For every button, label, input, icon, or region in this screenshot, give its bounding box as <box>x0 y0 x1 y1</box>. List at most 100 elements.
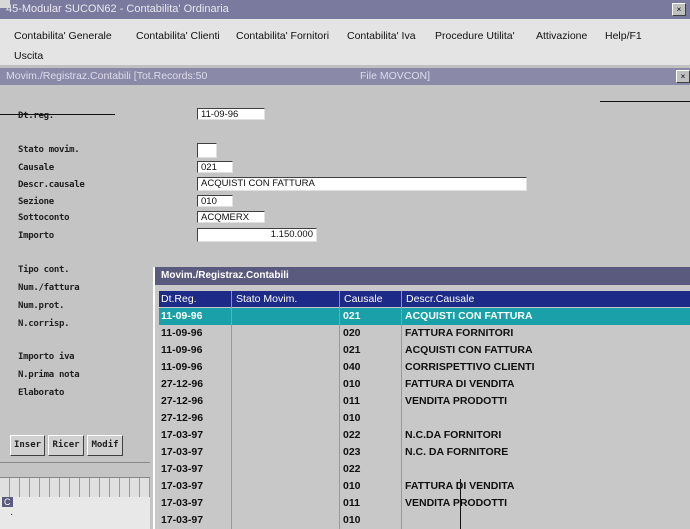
label-dt-reg: Dt.reg. <box>18 111 54 121</box>
cell-causale: 021 <box>343 344 361 356</box>
table-row[interactable]: 17-03-97 011 VENDITA PRODOTTI <box>159 495 690 512</box>
menu-bar <box>0 19 690 65</box>
cell-causale: 010 <box>343 514 361 526</box>
col-divider <box>231 307 232 529</box>
annotation-line <box>0 114 115 115</box>
table-row[interactable]: 17-03-97 023 N.C. DA FORNITORE <box>159 444 690 461</box>
cell-descr: VENDITA PRODOTTI <box>405 497 508 509</box>
title-bar: 45-Modular SUCON62 - Contabilita' Ordina… <box>0 0 690 19</box>
status-dot: · <box>10 509 14 520</box>
cell-descr: ACQUISTI CON FATTURA <box>405 344 533 356</box>
label-elaborato: Elaborato <box>18 388 65 398</box>
table-row[interactable]: 11-09-96 040 CORRISPETTIVO CLIENTI <box>159 359 690 376</box>
label-tipo-cont: Tipo cont. <box>18 265 70 275</box>
cell-causale: 010 <box>343 480 361 492</box>
cell-date: 17-03-97 <box>161 480 204 492</box>
scroll-stub <box>0 0 10 8</box>
table-row[interactable]: 11-09-96 020 FATTURA FORNITORI <box>159 325 690 342</box>
cell-date: 17-03-97 <box>161 446 204 458</box>
menu-contabilita-clienti[interactable]: Contabilita' Clienti <box>136 30 220 42</box>
label-stato: Stato movim. <box>18 145 80 155</box>
dt-reg-field[interactable]: 11-09-96 <box>197 108 265 120</box>
label-sezione: Sezione <box>18 197 54 207</box>
table-row[interactable]: 27-12-96 011 VENDITA PRODOTTI <box>159 393 690 410</box>
cell-date: 17-03-97 <box>161 463 204 475</box>
col-divider <box>401 307 402 529</box>
table-row[interactable]: 11-09-96 021 ACQUISTI CON FATTURA <box>159 308 690 325</box>
causale-field[interactable]: 021 <box>197 161 233 173</box>
annotation-line <box>460 479 461 529</box>
cell-causale: 020 <box>343 327 361 339</box>
cell-date: 27-12-96 <box>161 395 204 407</box>
popup-title: Movim./Registraz.Contabili <box>161 270 289 281</box>
cell-causale: 011 <box>343 497 360 509</box>
cell-descr: FATTURA DI VENDITA <box>405 378 515 390</box>
cell-date: 11-09-96 <box>161 327 203 339</box>
descr-causale-field[interactable]: ACQUISTI CON FATTURA <box>197 177 527 191</box>
label-descr-causale: Descr.causale <box>18 180 85 190</box>
label-sottoconto: Sottoconto <box>18 213 70 223</box>
cell-date: 11-09-96 <box>161 361 203 373</box>
cell-causale: 022 <box>343 429 361 441</box>
label-prima-nota: N.prima nota <box>18 370 80 380</box>
table-row[interactable]: 27-12-96 010 FATTURA DI VENDITA <box>159 376 690 393</box>
cell-causale: 021 <box>343 310 361 322</box>
label-importo: Importo <box>18 231 54 241</box>
popup-title-bar: Movim./Registraz.Contabili <box>155 267 690 285</box>
menu-procedure-utilita[interactable]: Procedure Utilita' <box>435 30 515 42</box>
modif-button[interactable]: Modif <box>87 435 123 456</box>
menu-help[interactable]: Help/F1 <box>605 30 642 42</box>
subwindow-close-icon[interactable]: × <box>676 70 690 83</box>
sottoconto-field[interactable]: ACQMERX <box>197 211 265 223</box>
menu-attivazione[interactable]: Attivazione <box>536 30 587 42</box>
label-importo-iva: Importo iva <box>18 352 75 362</box>
subwindow-file: File MOVCON] <box>360 70 431 82</box>
divider <box>0 462 150 463</box>
table-row[interactable]: 11-09-96 021 ACQUISTI CON FATTURA <box>159 342 690 359</box>
stato-field[interactable] <box>197 143 217 158</box>
cell-descr: N.C.DA FORNITORI <box>405 429 502 441</box>
lookup-popup: Movim./Registraz.Contabili Dt.Reg. Stato… <box>153 267 690 529</box>
cell-date: 17-03-97 <box>161 514 204 526</box>
table-row[interactable]: 17-03-97010FATTURA DI VENDITA <box>159 478 690 495</box>
menu-contabilita-fornitori[interactable]: Contabilita' Fornitori <box>236 30 329 42</box>
subwindow-title: Movim./Registraz.Contabili [Tot.Records:… <box>6 70 208 82</box>
col-divider <box>339 307 340 529</box>
col-causale[interactable]: Causale <box>339 291 383 307</box>
subwindow-title-bar: Movim./Registraz.Contabili [Tot.Records:… <box>0 68 690 85</box>
cell-descr: N.C. DA FORNITORE <box>405 446 509 458</box>
table-row[interactable]: 17-03-97 022 N.C.DA FORNITORI <box>159 427 690 444</box>
grid-strip <box>0 477 150 498</box>
importo-field[interactable]: 1.150.000 <box>197 228 317 242</box>
cell-causale: 040 <box>343 361 361 373</box>
sezione-field[interactable]: 010 <box>197 195 233 207</box>
cell-date: 17-03-97 <box>161 429 204 441</box>
close-icon[interactable]: × <box>672 3 686 16</box>
inser-button[interactable]: Inser <box>10 435 45 456</box>
cell-causale: 010 <box>343 378 361 390</box>
cell-date: 17-03-97 <box>161 497 204 509</box>
menu-uscita[interactable]: Uscita <box>14 50 43 62</box>
cell-date: 11-09-96 <box>161 310 203 322</box>
cell-causale: 023 <box>343 446 361 458</box>
table-row[interactable]: 17-03-97 010 <box>159 512 690 529</box>
cell-causale: 010 <box>343 412 361 424</box>
cell-date: 27-12-96 <box>161 378 204 390</box>
label-num-fattura: Num./fattura <box>18 283 80 293</box>
cell-descr: FATTURA FORNITORI <box>405 327 514 339</box>
table-row[interactable]: 27-12-96 010 <box>159 410 690 427</box>
cell-descr: CORRISPETTIVO CLIENTI <box>405 361 535 373</box>
popup-header: Dt.Reg. Stato Movim. Causale Descr.Causa… <box>159 291 690 307</box>
cell-causale: 011 <box>343 395 360 407</box>
status-left: C <box>2 497 13 507</box>
table-row[interactable]: 17-03-97 022 <box>159 461 690 478</box>
cell-descr: ACQUISTI CON FATTURA <box>405 310 533 322</box>
label-causale: Causale <box>18 163 54 173</box>
label-corrisp: N.corrisp. <box>18 319 70 329</box>
menu-contabilita-generale[interactable]: Contabilita' Generale <box>14 30 112 42</box>
col-descr[interactable]: Descr.Causale <box>401 291 474 307</box>
menu-contabilita-iva[interactable]: Contabilita' Iva <box>347 30 416 42</box>
ricer-button[interactable]: Ricer <box>48 435 84 456</box>
col-dt-reg[interactable]: Dt.Reg. <box>161 291 197 307</box>
col-stato[interactable]: Stato Movim. <box>231 291 297 307</box>
